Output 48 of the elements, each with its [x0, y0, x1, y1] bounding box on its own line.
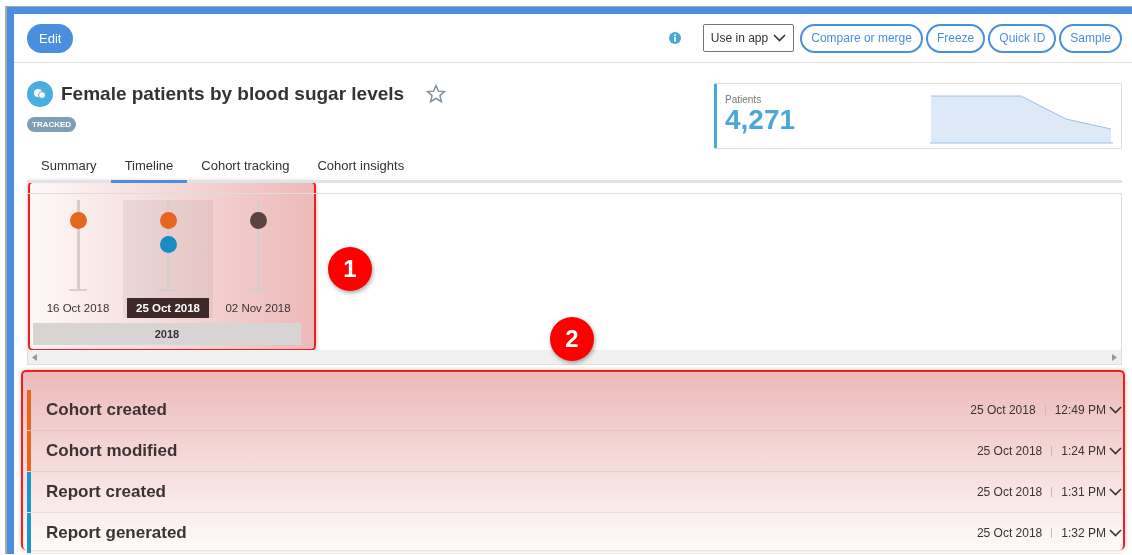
- patients-count: 4,271: [725, 105, 796, 135]
- event-date: 25 Oct 2018: [970, 403, 1036, 417]
- cohort-title: Female patients by blood sugar levels: [61, 83, 405, 105]
- event-date: 25 Oct 2018: [976, 444, 1043, 458]
- tracked-badge: TRACKED: [27, 117, 77, 132]
- event-title: Report generated: [46, 523, 188, 543]
- event-time: 1:31 PM: [1061, 485, 1106, 499]
- event-date: 25 Oct 2018: [976, 485, 1043, 499]
- star-icon[interactable]: [426, 84, 447, 104]
- event-time: 1:24 PM: [1061, 444, 1106, 458]
- event-time: 12:49 PM: [1054, 403, 1106, 417]
- expand-chevron-icon[interactable]: [1109, 488, 1122, 496]
- callout-number: 2: [550, 317, 594, 361]
- timeline-date[interactable]: 25 Oct 2018: [127, 298, 209, 318]
- event-title: Report created: [46, 482, 167, 502]
- expand-chevron-icon[interactable]: [1109, 406, 1122, 414]
- tab[interactable]: Timeline: [110, 150, 188, 183]
- use-in-app-dropdown[interactable]: Use in app: [702, 24, 795, 52]
- chevron-icon: [773, 34, 787, 42]
- event-row[interactable]: Cohort created 25 Oct 2018 12:49 PM: [27, 390, 1122, 431]
- event-row[interactable]: Cohort modified 25 Oct 2018 1:24 PM: [27, 431, 1122, 472]
- event-title: Cohort created: [46, 400, 168, 420]
- callout-number: 1: [328, 247, 372, 291]
- event-dot[interactable]: [69, 212, 87, 229]
- expand-chevron-icon[interactable]: [1109, 447, 1122, 455]
- timeline-date[interactable]: 02 Nov 2018: [216, 298, 300, 318]
- cohort-icon: [27, 81, 53, 107]
- year-label: 2018: [33, 323, 301, 345]
- toolbar-button[interactable]: Compare or merge: [800, 23, 923, 53]
- event-row[interactable]: Report generated 25 Oct 2018 1:32 PM: [27, 513, 1122, 554]
- event-title: Cohort modified: [46, 441, 179, 461]
- tab[interactable]: Cohort insights: [303, 150, 419, 183]
- tab[interactable]: Summary: [27, 150, 111, 183]
- event-date: 25 Oct 2018: [976, 526, 1043, 540]
- event-row[interactable]: Report created 25 Oct 2018 1:31 PM: [27, 472, 1122, 513]
- timeline-date[interactable]: 16 Oct 2018: [37, 298, 119, 318]
- event-dot[interactable]: [249, 212, 267, 229]
- event-dot[interactable]: [159, 212, 177, 229]
- event-time: 1:32 PM: [1061, 526, 1106, 540]
- patients-label: Patients: [725, 94, 763, 105]
- tab[interactable]: Cohort tracking: [187, 150, 304, 183]
- toolbar-button[interactable]: Quick ID: [988, 23, 1057, 53]
- scroll-left-icon[interactable]: [32, 353, 37, 361]
- scroll-right-icon[interactable]: [1112, 353, 1117, 361]
- toolbar-button[interactable]: Sample: [1059, 23, 1122, 53]
- expand-chevron-icon[interactable]: [1109, 529, 1122, 537]
- event-dot[interactable]: [159, 236, 177, 253]
- info-icon[interactable]: [668, 32, 681, 44]
